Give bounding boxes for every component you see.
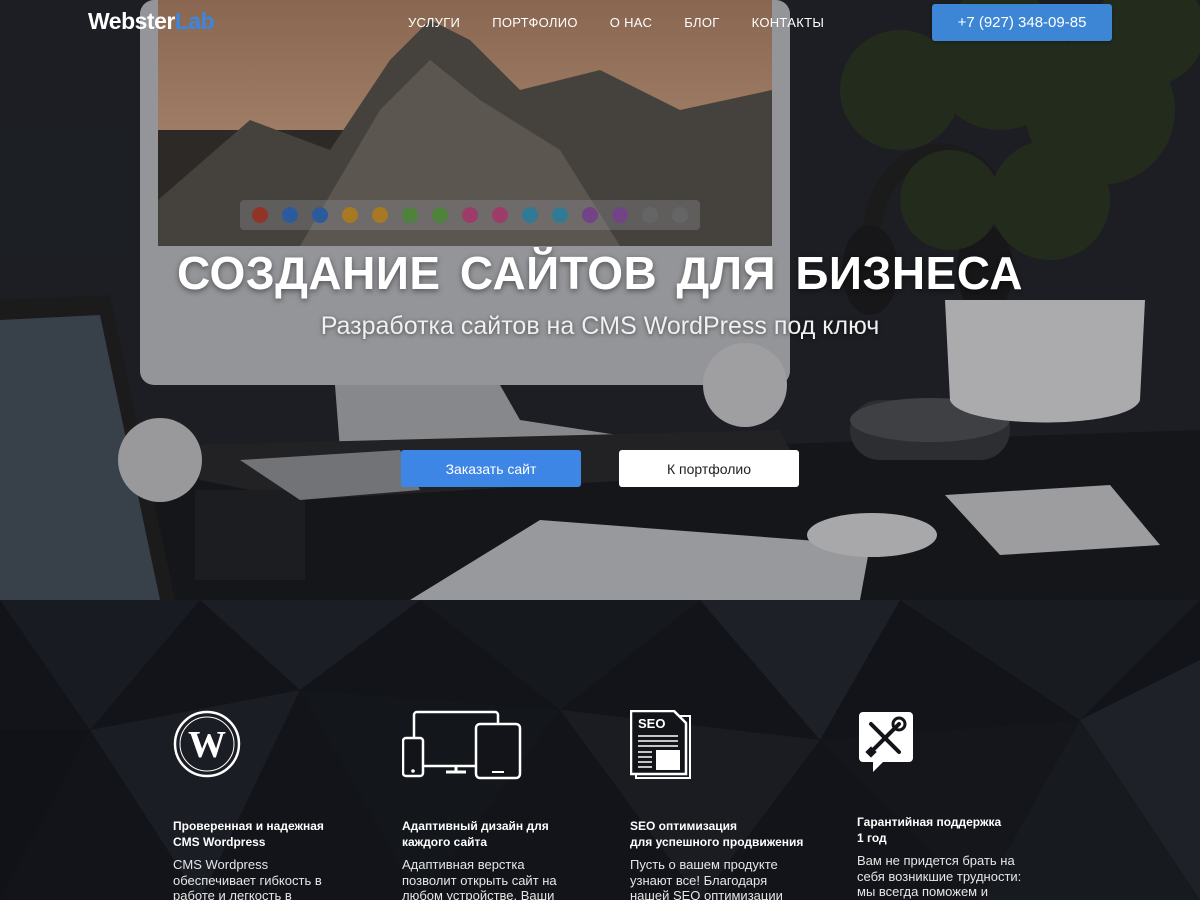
order-site-button[interactable]: Заказать сайт: [401, 450, 581, 487]
nav-item-services[interactable]: УСЛУГИ: [408, 15, 460, 30]
feature-cms-wordpress: W Проверенная и надежная CMS Wordpress C…: [173, 710, 373, 900]
feature-title: Проверенная и надежная CMS Wordpress: [173, 819, 324, 849]
nav-item-contacts[interactable]: КОНТАКТЫ: [752, 15, 825, 30]
feature-support: Гарантийная поддержка 1 год Вам не приде…: [857, 710, 1057, 900]
feature-description: Пусть о вашем продукте узнают все! Благо…: [630, 857, 783, 900]
main-menu: УСЛУГИ ПОРТФОЛИО О НАС БЛОГ КОНТАКТЫ: [392, 15, 840, 30]
devices-icon: [401, 710, 522, 785]
feature-title: SEO оптимизация для успешного продвижени…: [630, 819, 804, 849]
logo-accent-text: Lab: [174, 8, 215, 34]
top-navigation: WebsterLab УСЛУГИ ПОРТФОЛИО О НАС БЛОГ К…: [0, 0, 1200, 44]
svg-text:W: W: [188, 724, 226, 766]
seo-document-icon: SEO: [629, 709, 692, 785]
feature-description: Вам не придется брать на себя возникшие …: [857, 853, 1022, 899]
logo[interactable]: WebsterLab: [88, 8, 215, 35]
hero-subtitle: Разработка сайтов на CMS WordPress под к…: [320, 312, 880, 340]
nav-item-about[interactable]: О НАС: [610, 15, 652, 30]
logo-main-text: Webster: [88, 8, 175, 34]
nav-item-portfolio[interactable]: ПОРТФОЛИО: [492, 15, 578, 30]
features-section: W Проверенная и надежная CMS Wordpress C…: [0, 600, 1200, 900]
wordpress-icon: W: [173, 710, 241, 783]
tools-support-icon: [857, 710, 915, 779]
feature-description: Адаптивная верстка позволит открыть сайт…: [402, 857, 557, 900]
portfolio-button[interactable]: К портфолио: [619, 450, 799, 487]
feature-seo: SEO SEO оптимизация для успешного продви…: [629, 709, 830, 900]
hero-overlay: [0, 0, 1200, 600]
phone-button[interactable]: +7 (927) 348-09-85: [932, 4, 1112, 41]
feature-title: Гарантийная поддержка 1 год: [857, 815, 1002, 845]
nav-item-blog[interactable]: БЛОГ: [684, 15, 719, 30]
hero-title: СОЗДАНИЕ САЙТОВ ДЛЯ БИЗНЕСА: [176, 247, 1024, 299]
feature-title: Адаптивный дизайн для каждого сайта: [402, 819, 549, 849]
feature-adaptive-design: Адаптивный дизайн для каждого сайта Адап…: [401, 710, 602, 900]
hero-section: [0, 0, 1200, 600]
svg-text:SEO: SEO: [638, 716, 665, 731]
feature-description: CMS Wordpress обеспечивает гибкость в ра…: [173, 857, 322, 900]
